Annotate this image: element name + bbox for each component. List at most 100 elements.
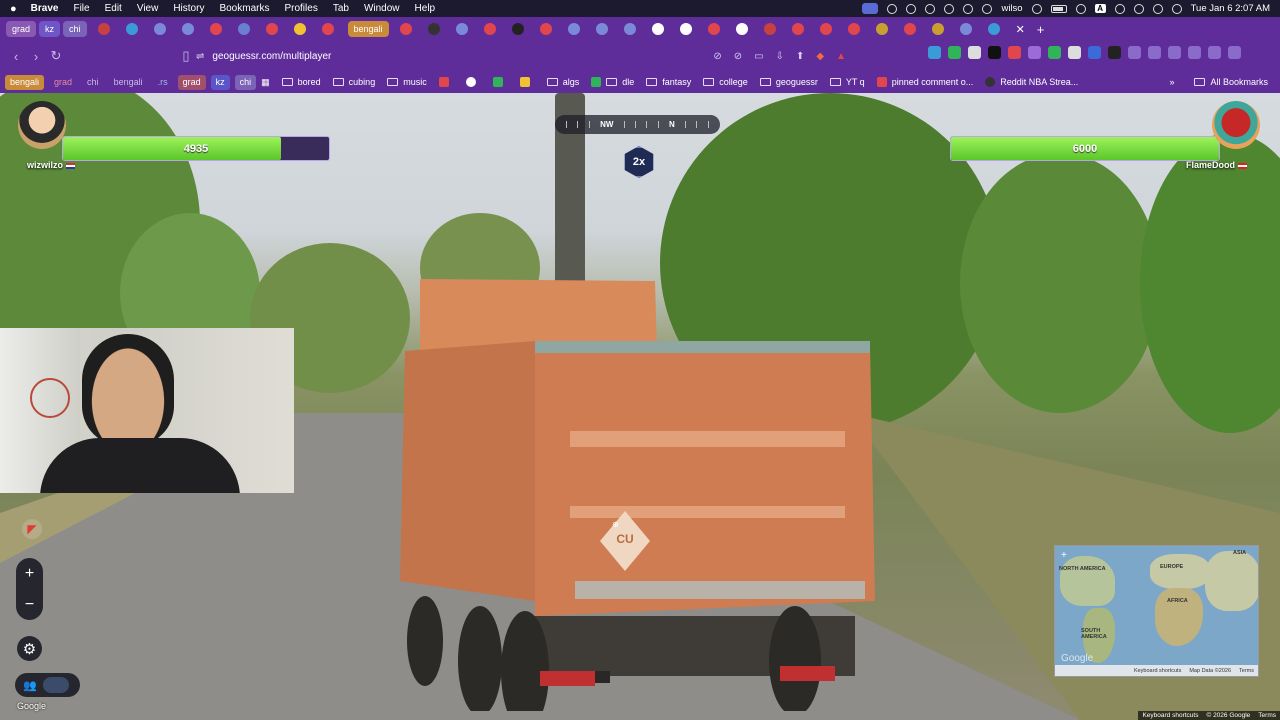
share-icon[interactable]: ⬆	[796, 51, 804, 62]
compass-strip[interactable]: NW N	[555, 115, 720, 134]
bookmark-fantasy[interactable]: fantasy	[646, 77, 691, 87]
player-right-avatar[interactable]	[1212, 101, 1260, 149]
github-tab-icon[interactable]	[511, 23, 524, 35]
sidebar-toggle-icon[interactable]	[1168, 46, 1181, 59]
compass-needle-icon[interactable]: ◤	[22, 519, 42, 539]
tab-favicon[interactable]	[265, 23, 278, 35]
bookmark-bored[interactable]: bored	[281, 77, 321, 87]
minimap-terms[interactable]: Terms	[1239, 668, 1254, 674]
bookmark-group-bengali[interactable]: bengali	[109, 75, 148, 90]
tab-favicon[interactable]	[125, 23, 138, 35]
bookmark-reddit-nba[interactable]: Reddit NBA Strea...	[985, 77, 1078, 87]
spotlight-icon[interactable]	[1114, 3, 1125, 14]
tab-favicon[interactable]	[97, 23, 110, 35]
mute-icon[interactable]: ⊘	[713, 51, 721, 62]
play-icon[interactable]	[1031, 3, 1042, 14]
screen-share-icon[interactable]	[862, 3, 879, 14]
tab-favicon[interactable]	[959, 23, 972, 35]
bookmark-cubing[interactable]: cubing	[332, 77, 375, 87]
display-icon[interactable]	[963, 3, 974, 14]
extension-icon[interactable]	[1148, 46, 1161, 59]
vpn-icon[interactable]	[1208, 46, 1221, 59]
minimap-expand-icon[interactable]: +	[1061, 550, 1067, 561]
menu-icon[interactable]	[1228, 46, 1241, 59]
tab-favicon[interactable]	[153, 23, 166, 35]
tab-favicon[interactable]	[679, 23, 692, 35]
clock[interactable]: Tue Jan 6 2:07 AM	[1191, 3, 1270, 14]
download-icon[interactable]: ⇩	[776, 51, 784, 62]
address-bar[interactable]: ⇌ geoguessr.com/multiplayer ⊘ ⊘ ▭ ⇩ ⬆ ◆ …	[196, 46, 856, 66]
tab-favicon[interactable]	[651, 23, 664, 35]
gear-icon[interactable]: ⚙	[17, 636, 42, 661]
minimap-keyboard-shortcuts[interactable]: Keyboard shortcuts	[1134, 668, 1181, 674]
back-icon[interactable]: ‹	[6, 49, 26, 64]
tab-group-kz[interactable]: kz	[39, 21, 61, 37]
reload-icon[interactable]: ↻	[46, 48, 66, 64]
menu-help[interactable]: Help	[415, 3, 436, 14]
extension-icon[interactable]	[988, 46, 1001, 59]
tab-favicon[interactable]	[455, 23, 468, 35]
menu-profiles[interactable]: Profiles	[284, 3, 317, 14]
tab-favicon[interactable]	[427, 23, 440, 35]
tab-favicon[interactable]	[763, 23, 776, 35]
tab-group-bengali[interactable]: bengali	[347, 21, 389, 37]
input-source-icon[interactable]: A	[1094, 4, 1106, 13]
tab-favicon[interactable]	[539, 23, 552, 35]
zoom-out-button[interactable]: −	[25, 596, 34, 614]
new-tab-icon[interactable]: +	[1037, 22, 1045, 37]
menu-brave[interactable]: Brave	[31, 3, 59, 14]
bookmark-group-chi[interactable]: chi	[82, 75, 104, 90]
bookmark-pinned-comment[interactable]: pinned comment o...	[876, 77, 973, 87]
tab-favicon[interactable]	[847, 23, 860, 35]
wallet-icon[interactable]	[1188, 46, 1201, 59]
chevron-more-icon[interactable]: »	[1169, 77, 1174, 87]
extension-icon[interactable]	[1108, 46, 1121, 59]
keyboard-shortcuts-link[interactable]: Keyboard shortcuts	[1138, 711, 1202, 720]
player-left-avatar[interactable]	[18, 101, 66, 149]
url-text[interactable]: geoguessr.com/multiplayer	[212, 51, 331, 62]
menu-bookmarks[interactable]: Bookmarks	[219, 3, 269, 14]
bookmark-group-kz[interactable]: kz	[210, 74, 230, 90]
tab-favicon[interactable]	[791, 23, 804, 35]
tab-favicon[interactable]	[735, 23, 748, 35]
user-name[interactable]: wilso	[1001, 3, 1022, 14]
bookmark-college[interactable]: college	[703, 77, 748, 87]
status-icon[interactable]	[906, 3, 917, 14]
tab-favicon[interactable]	[931, 23, 944, 35]
tab-group-grad[interactable]: grad	[6, 21, 37, 37]
tab-favicon[interactable]	[399, 23, 412, 35]
zoom-in-button[interactable]: +	[25, 565, 34, 583]
menu-tab[interactable]: Tab	[333, 3, 349, 14]
bookmark-yt-q[interactable]: YT q	[829, 77, 865, 87]
tab-favicon[interactable]	[987, 23, 1000, 35]
control-center-icon[interactable]	[1171, 3, 1182, 14]
status-icon[interactable]	[887, 3, 898, 14]
extension-icon[interactable]	[928, 46, 941, 59]
menu-edit[interactable]: Edit	[105, 3, 122, 14]
brave-shield-icon[interactable]: ◆	[816, 51, 824, 62]
extension-icon[interactable]	[1028, 46, 1041, 59]
extensions-puzzle-icon[interactable]	[1128, 46, 1141, 59]
all-bookmarks[interactable]: » All Bookmarks	[1169, 71, 1268, 93]
bookmark-group-rs[interactable]: .rs	[153, 75, 173, 90]
extension-icon[interactable]	[968, 46, 981, 59]
forward-icon[interactable]: ›	[26, 49, 46, 64]
bookmark-icon[interactable]: ▯	[176, 48, 196, 64]
focus-icon[interactable]	[1075, 3, 1086, 14]
site-settings-icon[interactable]: ⇌	[196, 51, 204, 62]
emote-button[interactable]: 👥	[15, 673, 80, 697]
tab-favicon[interactable]	[293, 23, 306, 35]
tab-favicon[interactable]	[237, 23, 250, 35]
bookmark-group-grad[interactable]: grad	[49, 75, 77, 90]
bookmark-geoguessr[interactable]: geoguessr	[759, 77, 818, 87]
bookmark-music[interactable]: music	[387, 77, 427, 87]
bookmark-slides[interactable]	[519, 77, 535, 87]
menu-history[interactable]: History	[173, 3, 204, 14]
tab-favicon[interactable]	[875, 23, 888, 35]
tab-favicon[interactable]	[483, 23, 496, 35]
wifi-icon[interactable]	[1133, 3, 1144, 14]
bookmark-sheets[interactable]	[492, 77, 508, 87]
menu-file[interactable]: File	[73, 3, 89, 14]
menu-view[interactable]: View	[137, 3, 159, 14]
street-view-panorama[interactable]: CU 4935 wizwilzo 6000 FlameDood NW N 2x …	[0, 93, 1280, 720]
